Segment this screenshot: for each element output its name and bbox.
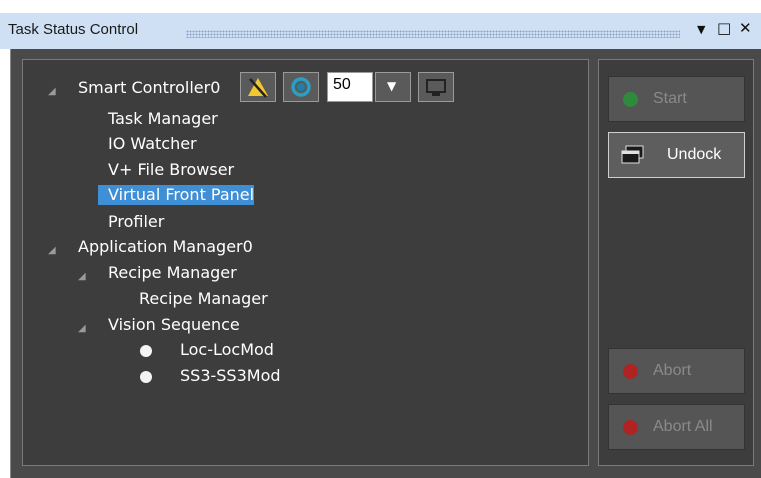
undock-button[interactable]: Undock: [608, 132, 745, 178]
collapse-arrow-icon[interactable]: ◢: [78, 323, 86, 334]
pendant-disable-button[interactable]: [240, 72, 276, 102]
start-button[interactable]: Start: [608, 76, 745, 122]
tree-node-task-manager[interactable]: Task Manager: [108, 109, 218, 129]
power-icon: [291, 77, 311, 97]
tree-node-virtual-front-panel[interactable]: Virtual Front Panel: [98, 185, 255, 205]
drag-grip[interactable]: [186, 30, 680, 38]
abort-label: Abort: [653, 362, 692, 379]
undock-label: Undock: [667, 146, 722, 163]
start-label: Start: [653, 90, 687, 107]
dropdown-icon[interactable]: ▼: [697, 23, 705, 36]
warning-off-icon: [248, 78, 268, 98]
tree-node-recipe-manager-group[interactable]: Recipe Manager: [108, 263, 237, 283]
chevron-down-icon: ▼: [387, 79, 397, 93]
abort-all-label: Abort All: [653, 418, 713, 435]
tree-node-v-file-browser[interactable]: V+ File Browser: [108, 160, 234, 180]
abort-all-status-dot: [623, 420, 638, 435]
collapse-arrow-icon[interactable]: ◢: [48, 86, 56, 97]
speed-dropdown-button[interactable]: ▼: [375, 72, 411, 102]
title-bar: Task Status Control ▼ □ ✕: [0, 13, 761, 49]
monitor-speed-input[interactable]: 50: [327, 72, 373, 102]
abort-status-dot: [623, 364, 638, 379]
abort-all-button[interactable]: Abort All: [608, 404, 745, 450]
collapse-arrow-icon[interactable]: ◢: [78, 271, 86, 282]
tree-node-application-manager[interactable]: Application Manager0: [78, 237, 253, 257]
start-status-dot: [623, 92, 638, 107]
tree-node-loc-locmod[interactable]: Loc-LocMod: [180, 340, 274, 360]
status-bullet-icon: [140, 371, 152, 383]
monitor-icon: [426, 79, 446, 96]
tree-node-vision-sequence[interactable]: Vision Sequence: [108, 315, 240, 335]
status-bullet-icon: [140, 345, 152, 357]
tree-node-ss3-ss3mod[interactable]: SS3-SS3Mod: [180, 366, 281, 386]
window-title: Task Status Control: [8, 21, 139, 38]
tree-node-recipe-manager[interactable]: Recipe Manager: [139, 289, 268, 309]
maximize-icon[interactable]: □: [717, 19, 731, 37]
abort-button[interactable]: Abort: [608, 348, 745, 394]
tree-node-profiler[interactable]: Profiler: [108, 212, 164, 232]
power-button[interactable]: [283, 72, 319, 102]
tree-node-io-watcher[interactable]: IO Watcher: [108, 134, 197, 154]
tree-node-smart-controller[interactable]: Smart Controller0: [78, 78, 220, 98]
collapse-arrow-icon[interactable]: ◢: [48, 245, 56, 256]
open-terminal-button[interactable]: [418, 72, 454, 102]
close-icon[interactable]: ✕: [739, 19, 752, 37]
undock-window-icon: [621, 145, 644, 164]
task-status-control-window: Task Status Control ▼ □ ✕ ◢ Smart Contro…: [0, 0, 761, 478]
